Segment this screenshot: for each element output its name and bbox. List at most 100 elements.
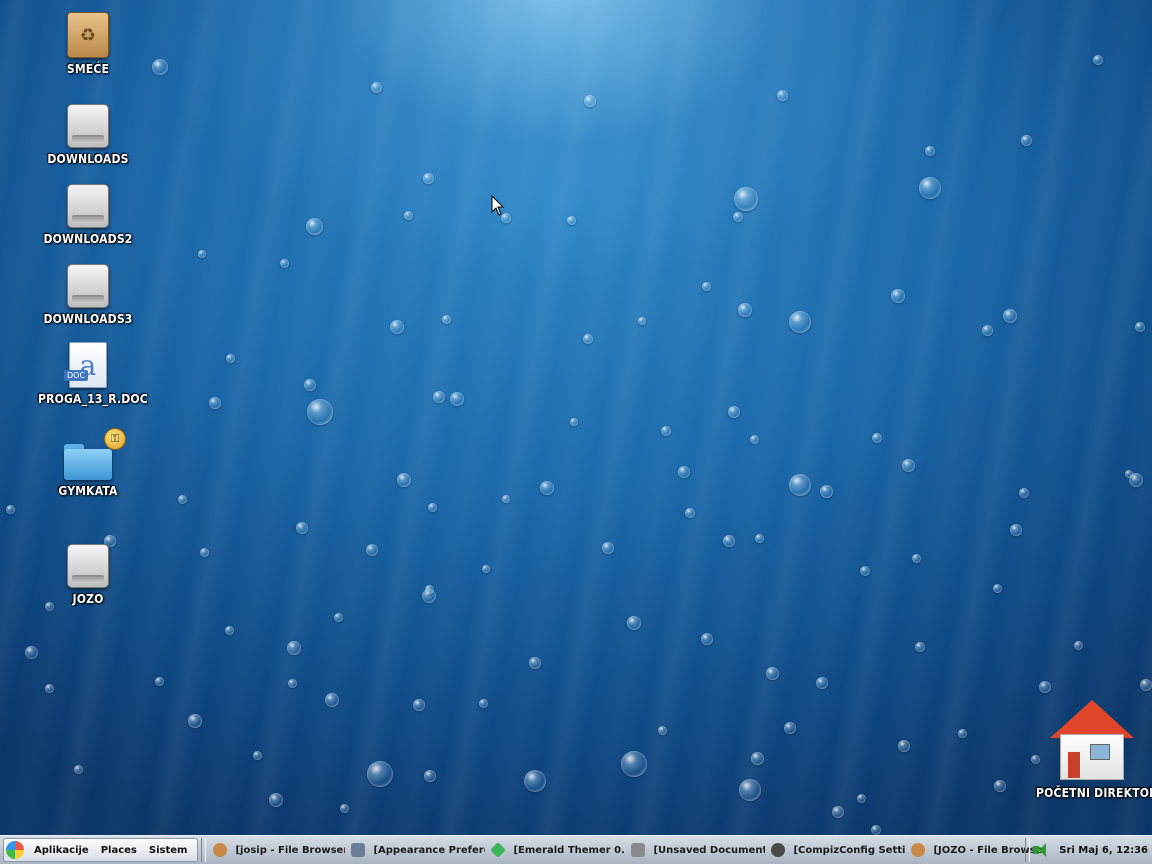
water-droplet	[919, 177, 941, 199]
water-droplet	[450, 392, 464, 406]
drive-icon	[67, 264, 109, 308]
water-droplet	[860, 566, 870, 576]
water-droplet	[252, 750, 262, 760]
home-icon	[1048, 696, 1134, 782]
water-droplet	[872, 433, 882, 443]
water-droplet	[209, 397, 221, 409]
water-droplet	[339, 803, 349, 813]
appearance-icon	[351, 843, 366, 857]
water-droplet	[570, 418, 578, 426]
icon-label: GYMKATA	[58, 484, 118, 498]
water-droplet	[957, 728, 967, 738]
water-droplet	[524, 770, 546, 792]
water-droplet	[1125, 470, 1133, 478]
main-menu-button[interactable]: Aplikacije Places Sistem	[3, 838, 199, 862]
water-droplet	[789, 311, 811, 333]
water-droplet	[1140, 679, 1152, 691]
water-droplet	[891, 289, 905, 303]
desktop-icon-home[interactable]: POČETNI DIREKTORIJ	[1036, 696, 1152, 800]
clock[interactable]: Sri Maj 6, 12:36	[1059, 845, 1148, 856]
desktop-icon-proga-doc[interactable]: a DOC PROGA_13_R.DOC	[38, 342, 148, 406]
water-droplet	[367, 761, 393, 787]
icon-label: PROGA_13_R.DOC	[38, 392, 148, 406]
water-droplet	[1073, 640, 1083, 650]
water-droplet	[224, 625, 234, 635]
desktop-icon-gymkata[interactable]: ⚿ GYMKATA	[38, 428, 138, 498]
water-droplet	[784, 722, 796, 734]
water-droplet	[627, 616, 641, 630]
water-droplet	[296, 522, 308, 534]
task-josip-file-browser[interactable]: [josip - File Browser]	[209, 839, 345, 861]
water-droplet	[188, 714, 202, 728]
desktop-icon-smece[interactable]: ♻ SMEĆE	[38, 12, 138, 76]
compiz-icon	[771, 843, 786, 857]
water-droplet	[728, 406, 740, 418]
water-droplet	[529, 657, 541, 669]
water-droplet	[754, 533, 764, 543]
desktop-icon-downloads2[interactable]: DOWNLOADS2	[38, 184, 138, 246]
desktop-icon-jozo[interactable]: JOZO	[38, 544, 138, 606]
water-droplet	[325, 693, 339, 707]
system-tray: Sri Maj 6, 12:36	[1022, 836, 1152, 864]
water-droplet	[750, 751, 764, 765]
icon-label: SMEĆE	[66, 62, 110, 76]
icon-label: JOZO	[72, 592, 104, 606]
water-droplet	[701, 281, 711, 291]
water-droplet	[1010, 524, 1022, 536]
water-droplet	[44, 683, 54, 693]
trash-icon: ♻	[67, 12, 109, 58]
water-droplet	[269, 793, 283, 807]
water-droplet	[819, 484, 833, 498]
water-droplet	[657, 725, 667, 735]
water-droplet	[765, 666, 779, 680]
water-droplet	[925, 146, 935, 156]
icon-label: DOWNLOADS	[47, 152, 129, 166]
water-droplet	[685, 508, 695, 518]
drive-icon	[67, 544, 109, 588]
icon-label: POČETNI DIREKTORIJ	[1036, 786, 1152, 800]
water-droplet	[24, 645, 38, 659]
desktop-background[interactable]: ♻ SMEĆE DOWNLOADS DOWNLOADS2 DOWNLOADS3 …	[0, 0, 1152, 835]
water-droplet	[832, 806, 844, 818]
water-droplet	[307, 399, 333, 425]
water-droplet	[992, 583, 1002, 593]
water-droplet	[482, 565, 490, 573]
water-droplet	[856, 793, 866, 803]
water-droplet	[5, 504, 15, 514]
task-appearance-preferences[interactable]: [Appearance Prefere...	[347, 839, 485, 861]
water-droplet	[981, 324, 993, 336]
water-droplet	[304, 379, 316, 391]
menu-sistem[interactable]: Sistem	[149, 845, 188, 856]
water-droplet	[1039, 681, 1051, 693]
water-droplet	[390, 320, 404, 334]
task-unsaved-document[interactable]: [Unsaved Document...	[627, 839, 765, 861]
water-droplet	[424, 770, 436, 782]
water-droplet	[915, 642, 925, 652]
water-droplet	[413, 699, 425, 711]
water-droplet	[1019, 488, 1029, 498]
menu-places[interactable]: Places	[101, 845, 137, 856]
water-droplet	[422, 172, 434, 184]
locked-folder-icon: ⚿	[64, 428, 126, 480]
mouse-cursor-icon	[491, 195, 505, 216]
water-droplet	[1135, 322, 1145, 332]
water-droplet	[424, 584, 434, 594]
menu-aplikacije[interactable]: Aplikacije	[34, 845, 89, 856]
water-droplet	[701, 633, 713, 645]
water-droplet	[638, 317, 646, 325]
water-droplet	[333, 612, 343, 622]
water-droplet	[433, 391, 445, 403]
task-compizconfig[interactable]: [CompizConfig Setti...	[767, 839, 905, 861]
emerald-icon	[490, 842, 507, 858]
volume-icon[interactable]	[1033, 843, 1053, 857]
water-droplet	[441, 314, 451, 324]
water-droplet	[734, 187, 758, 211]
water-droplet	[1003, 309, 1017, 323]
desktop-icon-downloads[interactable]: DOWNLOADS	[38, 104, 138, 166]
desktop-icon-downloads3[interactable]: DOWNLOADS3	[38, 264, 138, 326]
taskbar-separator	[1025, 838, 1031, 862]
water-droplet	[749, 434, 759, 444]
task-emerald-themer[interactable]: [Emerald Themer 0.7...	[487, 839, 625, 861]
water-droplet	[583, 334, 593, 344]
water-droplet	[366, 544, 378, 556]
